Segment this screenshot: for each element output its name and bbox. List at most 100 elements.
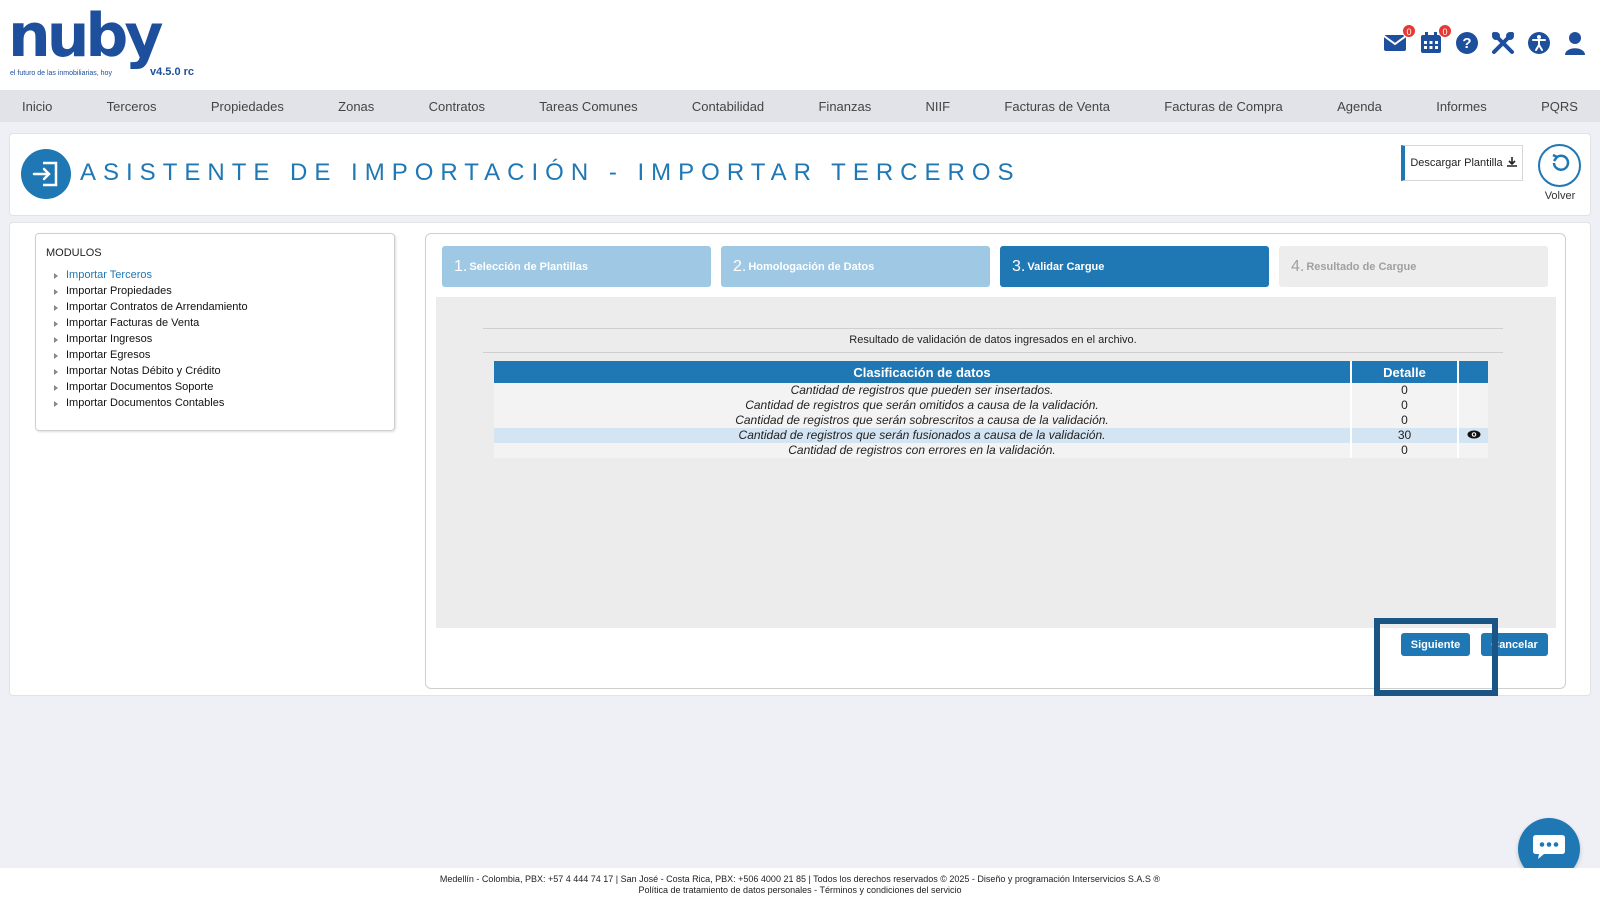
back-label: Volver bbox=[1544, 190, 1576, 202]
footer-legal-links[interactable]: Política de tratamiento de datos persona… bbox=[0, 885, 1600, 896]
table-header-row: Clasificación de datos Detalle bbox=[494, 361, 1488, 383]
main-panel: MODULOS Importar Terceros Importar Propi… bbox=[9, 222, 1591, 696]
header-clasificacion: Clasificación de datos bbox=[494, 361, 1352, 383]
table-row: Cantidad de registros que serán sobrescr… bbox=[494, 413, 1488, 428]
expand-arrow-icon bbox=[54, 289, 58, 295]
row-value: 0 bbox=[1351, 398, 1459, 413]
module-item-label: Importar Ingresos bbox=[66, 333, 153, 345]
step-label: Resultado de Cargue bbox=[1306, 260, 1417, 273]
row-description: Cantidad de registros que pueden ser ins… bbox=[494, 383, 1352, 398]
calendar-icon[interactable]: 0 bbox=[1418, 24, 1452, 56]
table-row: Cantidad de registros que pueden ser ins… bbox=[494, 383, 1488, 398]
accessibility-icon[interactable] bbox=[1526, 30, 1552, 56]
step-label: Homologación de Datos bbox=[748, 260, 875, 273]
download-template-label: Descargar Plantilla bbox=[1410, 157, 1503, 169]
module-item-label: Importar Notas Débito y Crédito bbox=[66, 365, 221, 377]
page-title: ASISTENTE DE IMPORTACIÓN - IMPORTAR TERC… bbox=[80, 159, 1021, 186]
back-button[interactable] bbox=[1538, 144, 1581, 187]
step-number: 3. bbox=[1012, 257, 1026, 275]
module-item-documentos-soporte[interactable]: Importar Documentos Soporte bbox=[54, 379, 248, 395]
footer: Medellín - Colombia, PBX: +57 4 444 74 1… bbox=[0, 868, 1600, 900]
top-header: nuby el futuro de las inmobiliarias, hoy… bbox=[0, 0, 1600, 90]
module-item-label: Importar Documentos Contables bbox=[66, 397, 225, 409]
module-item-label: Importar Contratos de Arrendamiento bbox=[66, 301, 248, 313]
nav-item-agenda[interactable]: Agenda bbox=[1337, 99, 1382, 114]
user-icon[interactable] bbox=[1562, 30, 1588, 56]
calendar-badge: 0 bbox=[1438, 24, 1452, 38]
step-seleccion-plantillas[interactable]: 1. Selección de Plantillas bbox=[442, 246, 711, 287]
header-detalle: Detalle bbox=[1351, 361, 1459, 383]
footer-copyright: Medellín - Colombia, PBX: +57 4 444 74 1… bbox=[439, 874, 1161, 884]
chat-icon bbox=[1532, 833, 1566, 866]
nav-item-terceros[interactable]: Terceros bbox=[107, 99, 157, 114]
nav-item-facturas-compra[interactable]: Facturas de Compra bbox=[1164, 99, 1283, 114]
expand-arrow-icon bbox=[54, 337, 58, 343]
module-item-ingresos[interactable]: Importar Ingresos bbox=[54, 331, 248, 347]
wizard-panel: 1. Selección de Plantillas 2. Homologaci… bbox=[425, 233, 1566, 689]
expand-arrow-icon bbox=[54, 305, 58, 311]
module-item-egresos[interactable]: Importar Egresos bbox=[54, 347, 248, 363]
step-label: Selección de Plantillas bbox=[469, 260, 588, 273]
next-button[interactable]: Siguiente bbox=[1401, 633, 1470, 656]
expand-arrow-icon bbox=[54, 353, 58, 359]
nav-item-facturas-venta[interactable]: Facturas de Venta bbox=[1004, 99, 1110, 114]
main-nav: Inicio Terceros Propiedades Zonas Contra… bbox=[0, 90, 1600, 122]
nav-item-pqrs[interactable]: PQRS bbox=[1541, 99, 1578, 114]
step-validar-cargue[interactable]: 3. Validar Cargue bbox=[1000, 246, 1269, 287]
step-number: 1. bbox=[454, 257, 468, 275]
mail-badge: 0 bbox=[1402, 24, 1416, 38]
undo-icon bbox=[1549, 152, 1571, 179]
step-resultado-cargue: 4. Resultado de Cargue bbox=[1279, 246, 1548, 287]
module-item-documentos-contables[interactable]: Importar Documentos Contables bbox=[54, 395, 248, 411]
download-icon bbox=[1506, 156, 1517, 170]
nuby-logo[interactable]: nuby el futuro de las inmobiliarias, hoy… bbox=[8, 6, 198, 86]
validation-table: Clasificación de datos Detalle Cantidad … bbox=[494, 361, 1488, 459]
module-item-label: Importar Propiedades bbox=[66, 285, 172, 297]
module-item-propiedades[interactable]: Importar Propiedades bbox=[54, 283, 248, 299]
svg-text:?: ? bbox=[1462, 35, 1471, 52]
nav-item-propiedades[interactable]: Propiedades bbox=[211, 99, 284, 114]
logo-tagline: el futuro de las inmobiliarias, hoy bbox=[10, 70, 112, 77]
row-description: Cantidad de registros que serán fusionad… bbox=[494, 428, 1352, 444]
module-item-label: Importar Egresos bbox=[66, 349, 151, 361]
step-number: 4. bbox=[1291, 257, 1305, 275]
validation-result-text: Resultado de validación de datos ingresa… bbox=[849, 334, 1137, 346]
step-number: 2. bbox=[733, 257, 747, 275]
nav-item-tareas-comunes[interactable]: Tareas Comunes bbox=[539, 99, 637, 114]
module-item-notas[interactable]: Importar Notas Débito y Crédito bbox=[54, 363, 248, 379]
step-homologacion-datos[interactable]: 2. Homologación de Datos bbox=[721, 246, 990, 287]
module-item-facturas-venta[interactable]: Importar Facturas de Venta bbox=[54, 315, 248, 331]
nav-item-niif[interactable]: NIIF bbox=[926, 99, 951, 114]
modules-panel: MODULOS Importar Terceros Importar Propi… bbox=[35, 233, 395, 431]
eye-icon[interactable] bbox=[1467, 428, 1481, 443]
mail-icon[interactable]: 0 bbox=[1382, 24, 1416, 56]
row-description: Cantidad de registros que serán omitidos… bbox=[494, 398, 1352, 413]
logo-word: nuby bbox=[8, 1, 164, 71]
row-action bbox=[1458, 428, 1488, 444]
nav-item-finanzas[interactable]: Finanzas bbox=[818, 99, 871, 114]
nav-item-inicio[interactable]: Inicio bbox=[22, 99, 52, 114]
expand-arrow-icon bbox=[54, 385, 58, 391]
nav-item-informes[interactable]: Informes bbox=[1436, 99, 1487, 114]
module-item-contratos[interactable]: Importar Contratos de Arrendamiento bbox=[54, 299, 248, 315]
row-action bbox=[1458, 398, 1488, 413]
row-value: 0 bbox=[1351, 413, 1459, 428]
table-row: Cantidad de registros que serán fusionad… bbox=[494, 428, 1488, 444]
module-item-terceros[interactable]: Importar Terceros bbox=[54, 267, 248, 283]
row-action bbox=[1458, 443, 1488, 459]
download-template-button[interactable]: Descargar Plantilla bbox=[1401, 145, 1523, 181]
nav-item-contratos[interactable]: Contratos bbox=[429, 99, 485, 114]
header-actions bbox=[1458, 361, 1488, 383]
divider bbox=[483, 328, 1503, 329]
module-item-label: Importar Terceros bbox=[66, 269, 152, 281]
module-item-label: Importar Facturas de Venta bbox=[66, 317, 200, 329]
row-value: 0 bbox=[1351, 443, 1459, 459]
help-icon[interactable]: ? bbox=[1454, 30, 1480, 56]
nav-item-zonas[interactable]: Zonas bbox=[338, 99, 374, 114]
nav-item-contabilidad[interactable]: Contabilidad bbox=[692, 99, 764, 114]
row-value: 30 bbox=[1351, 428, 1459, 444]
cancel-button[interactable]: Cancelar bbox=[1481, 633, 1548, 656]
module-item-label: Importar Documentos Soporte bbox=[66, 381, 214, 393]
row-action bbox=[1458, 383, 1488, 398]
tools-icon[interactable] bbox=[1490, 30, 1516, 56]
